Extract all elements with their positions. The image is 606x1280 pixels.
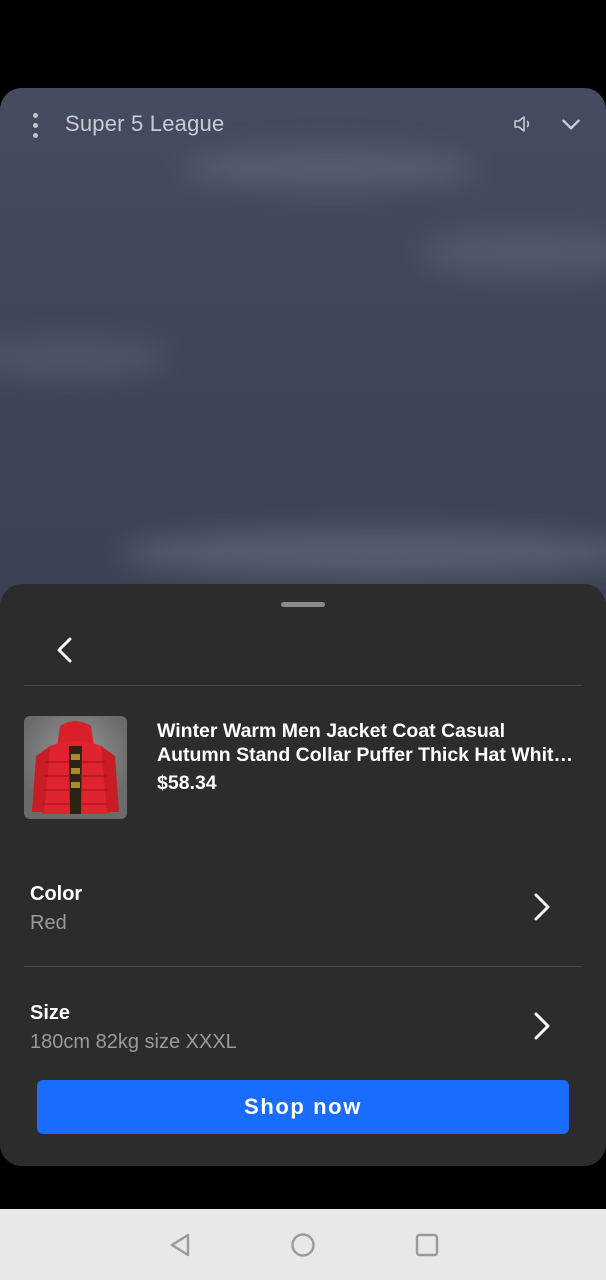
chevron-left-icon[interactable] xyxy=(46,630,86,670)
option-value: 180cm 82kg size XXXL xyxy=(30,1031,237,1053)
sky-cloud xyxy=(420,228,606,278)
option-label: Size xyxy=(30,1002,71,1024)
video-title: Super 5 League xyxy=(65,111,225,136)
red-puffer-jacket-image[interactable] xyxy=(24,716,127,819)
product-title-line: Autumn Stand Collar Puffer Thick Hat Whi… xyxy=(157,744,574,766)
shop-now-button[interactable]: Shop now xyxy=(37,1080,569,1134)
video-top-bar: Super 5 League xyxy=(0,88,606,160)
system-nav-bar xyxy=(0,1209,606,1280)
divider xyxy=(24,966,582,967)
chevron-right-icon[interactable] xyxy=(528,1009,556,1043)
color-option-row[interactable]: Color Red xyxy=(0,866,606,966)
recents-square-icon[interactable] xyxy=(413,1231,441,1259)
product-price: $58.34 xyxy=(157,772,217,794)
drag-handle[interactable] xyxy=(281,602,325,607)
product-title[interactable]: Winter Warm Men Jacket Coat Casual Autum… xyxy=(157,719,577,767)
sky-cloud xyxy=(120,528,606,578)
product-title-line: Winter Warm Men Jacket Coat Casual xyxy=(157,720,506,742)
option-label: Color xyxy=(30,883,83,905)
chevron-right-icon[interactable] xyxy=(528,890,556,924)
divider xyxy=(24,685,582,686)
home-circle-icon[interactable] xyxy=(289,1231,317,1259)
chevron-down-icon[interactable] xyxy=(558,112,584,138)
product-bottom-sheet: Winter Warm Men Jacket Coat Casual Autum… xyxy=(0,584,606,1166)
back-triangle-icon[interactable] xyxy=(166,1231,194,1259)
volume-icon[interactable] xyxy=(512,112,536,136)
more-vert-icon[interactable] xyxy=(24,110,46,140)
size-option-row[interactable]: Size 180cm 82kg size XXXL xyxy=(0,984,606,1084)
option-value: Red xyxy=(30,912,67,934)
sky-cloud xyxy=(0,338,170,378)
